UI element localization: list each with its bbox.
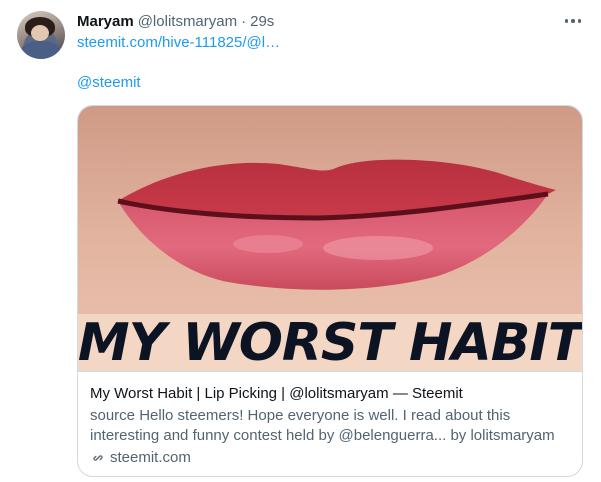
more-horizontal-icon-dot: [571, 19, 575, 23]
tweet-header: Maryam @lolitsmaryam · 29s: [77, 11, 274, 31]
tweet-mention[interactable]: @steemit: [77, 74, 141, 91]
card-title: My Worst Habit | Lip Picking | @lolitsma…: [90, 385, 463, 402]
tweet-link[interactable]: steemit.com/hive-111825/@l…: [77, 34, 280, 51]
more-horizontal-icon: [564, 19, 569, 23]
more-options-button[interactable]: [562, 11, 584, 31]
card-image[interactable]: MY WORST HABIT: [78, 106, 582, 371]
link-icon: [93, 455, 103, 461]
card-image-banner: MY WORST HABIT: [78, 312, 582, 372]
author-handle[interactable]: @lolitsmaryam: [138, 13, 237, 30]
avatar-face: [31, 25, 49, 41]
avatar-body: [21, 41, 61, 59]
author-name[interactable]: Maryam: [77, 13, 134, 30]
avatar[interactable]: [17, 11, 65, 59]
card-body[interactable]: My Worst Habit | Lip Picking | @lolitsma…: [78, 371, 582, 468]
timestamp[interactable]: 29s: [250, 13, 274, 30]
link-preview-card[interactable]: MY WORST HABIT My Worst Habit | Lip Pick…: [77, 105, 583, 477]
separator-dot: ·: [241, 12, 247, 30]
card-description: source Hello steemers! Hope everyone is …: [90, 407, 555, 444]
card-domain-row: steemit.com: [90, 448, 570, 468]
card-image-text: MY WORST HABIT: [78, 312, 582, 372]
more-horizontal-icon-dot: [577, 19, 582, 23]
card-domain: steemit.com: [110, 449, 191, 466]
